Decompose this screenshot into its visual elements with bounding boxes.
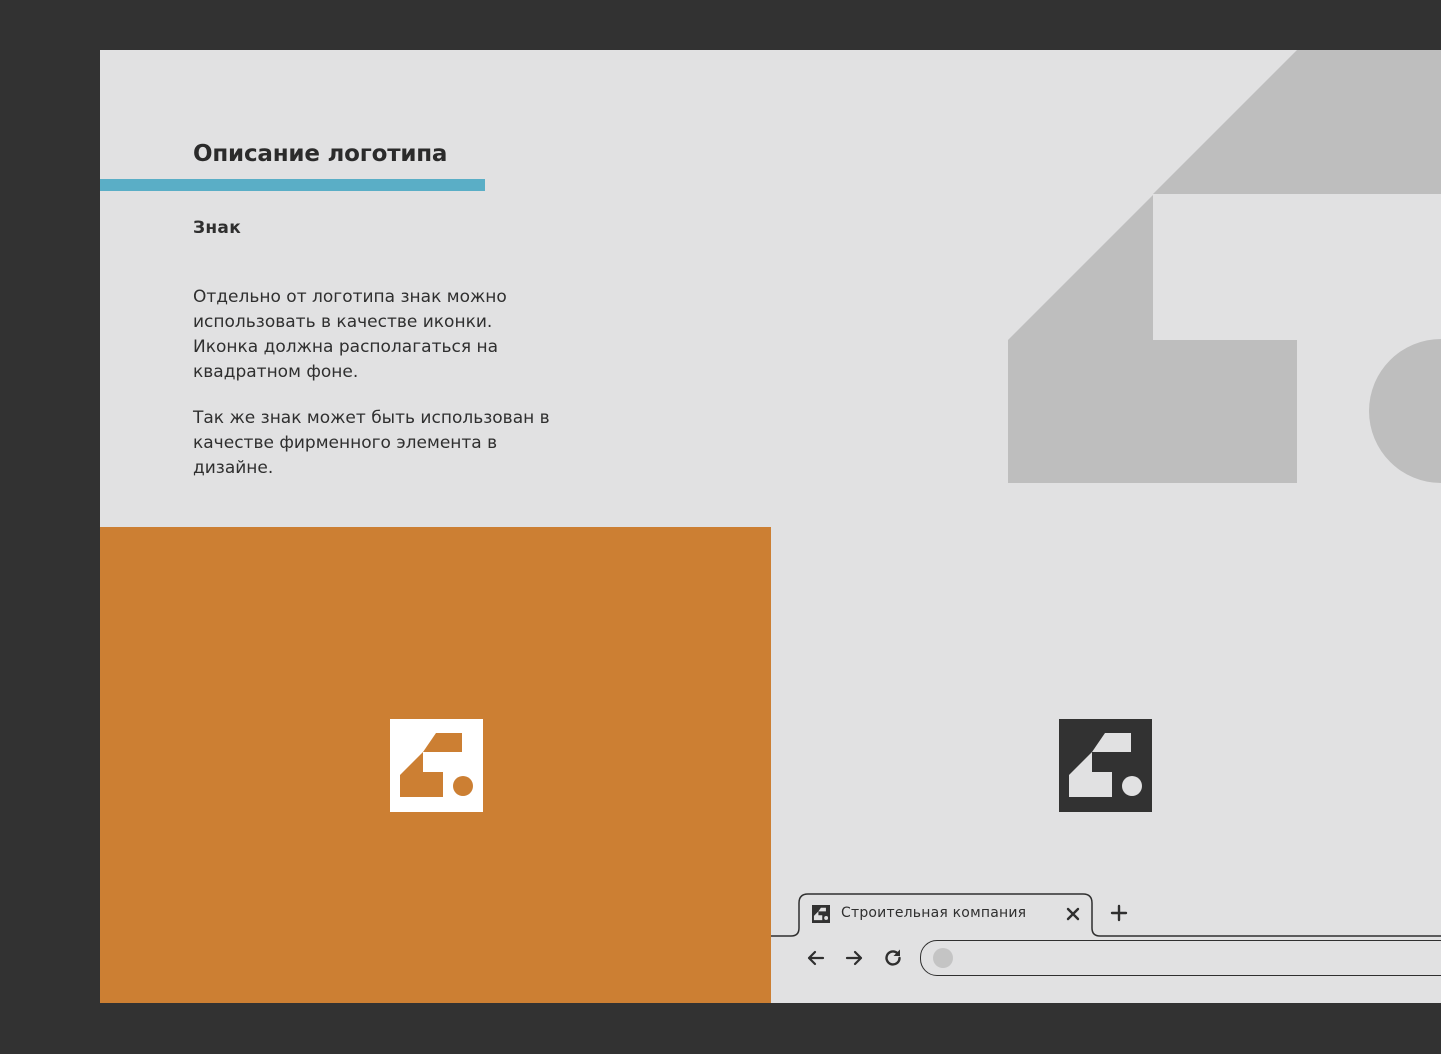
logo-icon-dark [1059,719,1152,812]
logo-icon-white [390,719,483,812]
browser-tab-label: Строительная компания [841,905,1027,921]
close-icon[interactable] [1063,904,1083,924]
title-accent-bar [100,179,485,191]
browser-tab[interactable]: Строительная компания [799,895,1089,933]
arrow-left-icon[interactable] [805,947,827,969]
address-bar[interactable] [920,940,1441,976]
arrow-right-icon[interactable] [843,947,865,969]
description-paragraph-1: Отдельно от логотипа знак можно использо… [193,287,507,382]
logo-mark-icon [1059,719,1152,812]
section-subtitle: Знак [193,218,242,238]
logo-description-slide: Описание логотипа Знак Отдельно от логот… [100,50,1441,1003]
page-title: Описание логотипа [193,141,448,167]
plus-icon[interactable] [1109,903,1129,923]
description-paragraph-2: Так же знак может быть использован в кач… [193,408,550,478]
reload-icon[interactable] [882,947,904,969]
logo-mark-icon [390,719,483,812]
site-info-icon[interactable] [933,948,953,968]
logo-mark-icon [812,905,830,923]
browser-mockup: Строительная компания [771,893,1441,1003]
